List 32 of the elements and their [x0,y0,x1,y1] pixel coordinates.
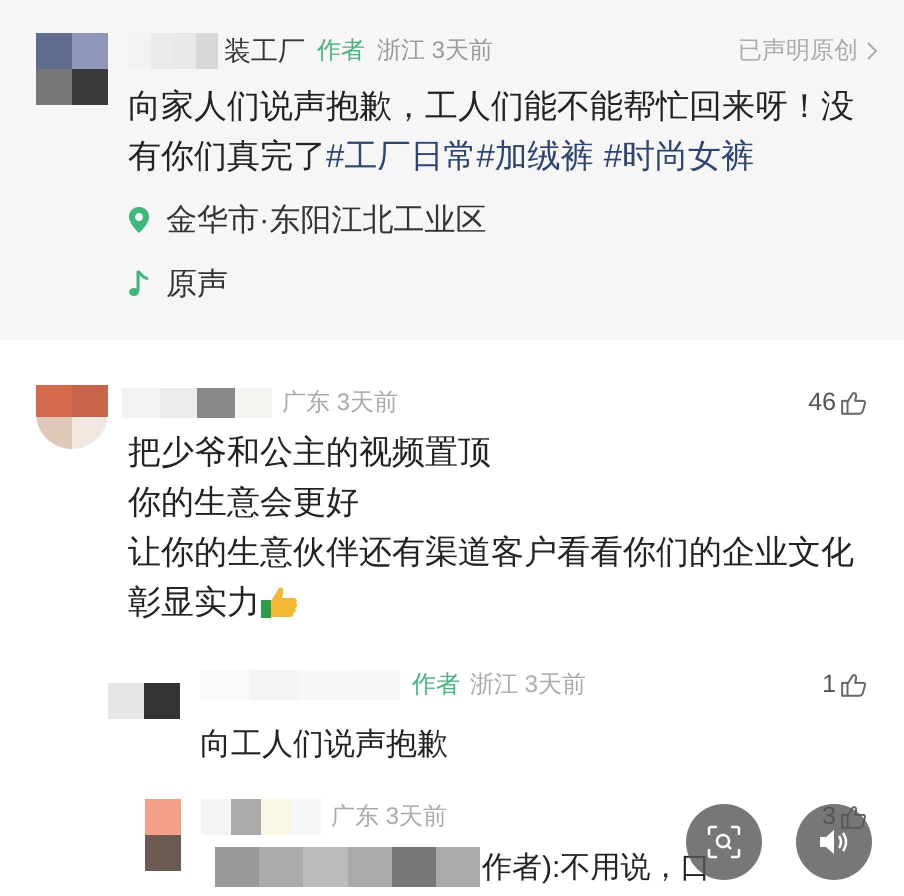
pixelated-avatar [36,33,108,105]
hashtag-link[interactable]: #时尚女裤 [604,137,754,174]
hashtag-link[interactable]: #工厂日常 [326,137,476,174]
like-count: 46 [808,387,836,418]
author-label: 作者 [412,670,460,700]
like-button[interactable] [840,389,868,417]
author-label: 作者 [317,36,365,66]
comment-meta: 浙江 3天前 [377,36,494,66]
location-pin-icon [128,206,150,234]
pixelated-avatar [108,683,180,719]
chevron-right-icon [866,41,878,61]
post-text: 向家人们说声抱歉，工人们能不能帮忙回来呀！没有你们真完了#工厂日常#加绒裤 #时尚女裤 [128,86,855,176]
comment-text: 彰显实力 [128,582,260,622]
pixelated-avatar [145,799,181,871]
music-link[interactable]: 原声 [166,260,228,308]
music-note-icon [128,269,150,299]
comment-text: 向工人们说声抱歉 [200,725,449,763]
comment-text: 你的生意会更好 [128,482,359,522]
like-count: 1 [822,669,836,700]
location-link[interactable]: 金华市·东阳江北工业区 [166,196,486,244]
comment-text: 把少爷和公主的视频置顶 [128,432,491,472]
pixelated-avatar [36,385,108,449]
comment-text: 让你的生意伙伴还有渠道客户看看你们的企业文化 [128,532,854,572]
comment-meta: 广东 3天前 [331,802,448,832]
thumbs-up-icon [840,671,868,699]
like-button[interactable] [840,671,868,699]
scan-search-icon [706,824,742,860]
comment-meta: 广东 3天前 [282,388,398,418]
author-name: 装工厂 [224,34,305,68]
hashtag-link[interactable]: #加绒裤 [476,137,594,174]
thumbs-up-icon [840,389,868,417]
comment-meta: 浙江 3天前 [470,670,586,700]
